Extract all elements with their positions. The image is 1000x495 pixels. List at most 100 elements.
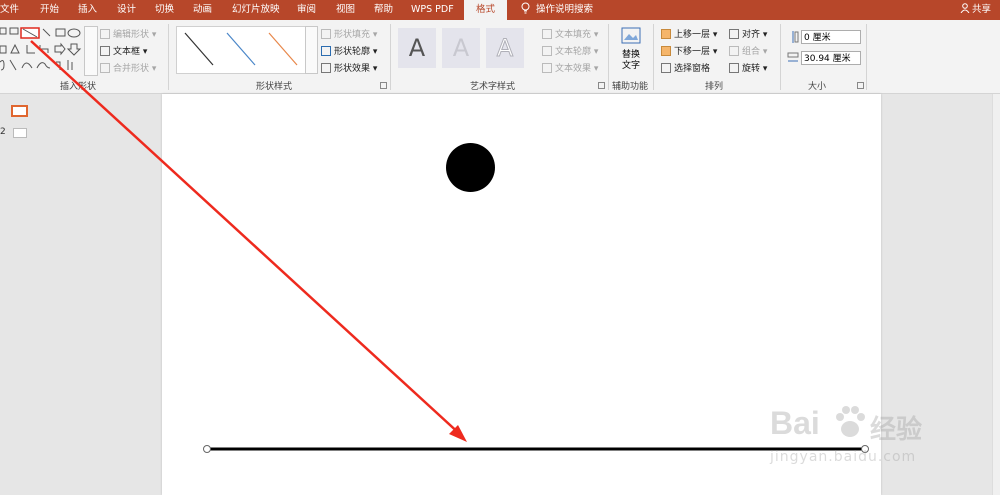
shape-width-input[interactable]: 30.94 厘米 — [801, 51, 861, 65]
merge-shapes-button[interactable]: 合并形状 ▾ — [100, 61, 156, 74]
wordart-sample-1: A — [408, 34, 426, 62]
wordart-sample-2: A — [452, 34, 470, 62]
bring-forward-label: 上移一层 — [674, 30, 711, 40]
ribbon-tab-bar: 文件 开始 插入 设计 切换 动画 幻灯片放映 审阅 视图 帮助 WPS PDF… — [0, 0, 1000, 20]
share-button[interactable]: 共享 — [960, 0, 991, 20]
selection-pane-button[interactable]: 选择窗格 — [661, 61, 710, 74]
text-fill-icon — [542, 29, 552, 39]
pen-icon — [321, 46, 331, 56]
group-divider — [780, 24, 781, 90]
alt-text-label-2: 文字 — [621, 61, 640, 71]
text-effects-icon — [542, 63, 552, 73]
watermark-brand: Bai — [770, 405, 820, 441]
align-label: 对齐 — [742, 30, 761, 40]
group-divider — [653, 24, 654, 90]
shapes-gallery[interactable] — [0, 24, 82, 76]
group-divider — [866, 24, 867, 90]
lightbulb-icon — [521, 2, 530, 14]
shape-fill-button[interactable]: 形状填充 ▾ — [321, 27, 377, 40]
wordart-style-2[interactable]: A — [442, 28, 480, 68]
tab-design[interactable]: 设计 — [117, 0, 136, 20]
rotate-label: 旋转 — [742, 64, 761, 74]
shapes-gallery-scroll[interactable] — [84, 26, 98, 76]
tab-animations[interactable]: 动画 — [193, 0, 212, 20]
effects-icon — [321, 63, 331, 73]
bring-forward-button[interactable]: 上移一层 ▾ — [661, 27, 717, 40]
text-fill-label: 文本填充 — [555, 30, 592, 40]
edit-shape-icon — [100, 29, 110, 39]
wordart-sample-3: A — [496, 34, 514, 63]
group-divider — [390, 24, 391, 90]
tab-home[interactable]: 开始 — [40, 0, 59, 20]
arrange-group-label: 排列 — [705, 82, 724, 92]
text-outline-label: 文本轮廓 — [555, 47, 592, 57]
height-icon — [792, 31, 799, 43]
tab-file[interactable]: 文件 — [0, 0, 19, 20]
alt-text-label-1: 替换 — [621, 50, 640, 60]
shape-style-gallery[interactable] — [176, 26, 306, 74]
merge-shapes-icon — [100, 63, 110, 73]
bring-forward-icon — [661, 29, 671, 39]
text-fill-button[interactable]: 文本填充 ▾ — [542, 27, 598, 40]
shape-icons-grid — [0, 27, 82, 71]
edit-shape-button[interactable]: 编辑形状 ▾ — [100, 27, 156, 40]
slides-pane: 2 — [0, 94, 45, 495]
tab-review[interactable]: 审阅 — [297, 0, 316, 20]
tab-transitions[interactable]: 切换 — [155, 0, 174, 20]
rotate-button[interactable]: 旋转 ▾ — [729, 61, 767, 74]
vertical-scrollbar[interactable] — [992, 94, 1000, 495]
text-effects-button[interactable]: 文本效果 ▾ — [542, 61, 598, 74]
group-divider — [168, 24, 169, 90]
paint-bucket-icon — [321, 29, 331, 39]
insert-shapes-group-label: 插入形状 — [60, 82, 97, 92]
selection-pane-icon — [661, 63, 671, 73]
tab-help[interactable]: 帮助 — [374, 0, 393, 20]
slide-thumbnail-1[interactable] — [11, 105, 28, 117]
shape-outline-button[interactable]: 形状轮廓 ▾ — [321, 44, 377, 57]
tab-insert[interactable]: 插入 — [78, 0, 97, 20]
align-icon — [729, 29, 739, 39]
alt-text-button[interactable]: 替换 文字 — [614, 26, 648, 76]
tab-slideshow[interactable]: 幻灯片放映 — [232, 0, 280, 20]
alt-text-icon — [621, 27, 641, 44]
shape-height-input[interactable]: 0 厘米 — [801, 30, 861, 44]
size-group-label: 大小 — [808, 82, 827, 92]
send-backward-button[interactable]: 下移一层 ▾ — [661, 44, 717, 57]
shape-effects-button[interactable]: 形状效果 ▾ — [321, 61, 377, 74]
wordart-group-label: 艺术字样式 — [470, 82, 516, 92]
line-start-handle[interactable] — [203, 445, 211, 453]
text-box-icon — [100, 46, 110, 56]
group-button[interactable]: 组合 ▾ — [729, 44, 767, 57]
tab-wps-pdf[interactable]: WPS PDF — [411, 0, 454, 20]
paw-icon — [836, 406, 865, 437]
tell-me-label: 操作说明搜索 — [536, 4, 594, 15]
slide-number-2: 2 — [0, 127, 6, 137]
shape-effects-label: 形状效果 — [334, 64, 371, 74]
group-icon — [729, 46, 739, 56]
selection-pane-label: 选择窗格 — [674, 64, 711, 74]
text-effects-label: 文本效果 — [555, 64, 592, 74]
watermark-url: jingyan.baidu.com — [770, 449, 917, 465]
width-icon — [787, 52, 799, 62]
ribbon: 编辑形状 ▾ 文本框 ▾ 合并形状 ▾ 插入形状 形状填充 ▾ 形状轮廓 ▾ 形… — [0, 20, 1000, 94]
align-button[interactable]: 对齐 ▾ — [729, 27, 767, 40]
shape-style-scroll[interactable] — [305, 26, 318, 74]
wordart-gallery[interactable]: A A A — [396, 26, 536, 72]
wordart-launcher-icon[interactable] — [598, 82, 605, 89]
share-label: 共享 — [972, 4, 992, 15]
slide-thumbnail-2[interactable] — [13, 128, 27, 138]
send-backward-icon — [661, 46, 671, 56]
person-icon — [960, 3, 970, 14]
tab-view[interactable]: 视图 — [336, 0, 355, 20]
wordart-style-3[interactable]: A — [486, 28, 524, 68]
size-launcher-icon[interactable] — [857, 82, 864, 89]
shape-style-previews — [184, 32, 298, 66]
text-outline-button[interactable]: 文本轮廓 ▾ — [542, 44, 598, 57]
text-box-button[interactable]: 文本框 ▾ — [100, 44, 147, 57]
shape-styles-launcher-icon[interactable] — [380, 82, 387, 89]
merge-shapes-label: 合并形状 — [113, 64, 150, 74]
tell-me-search[interactable]: 操作说明搜索 — [521, 0, 593, 20]
shape-styles-group-label: 形状样式 — [256, 82, 293, 92]
wordart-style-1[interactable]: A — [398, 28, 436, 68]
tab-format[interactable]: 格式 — [464, 0, 507, 20]
